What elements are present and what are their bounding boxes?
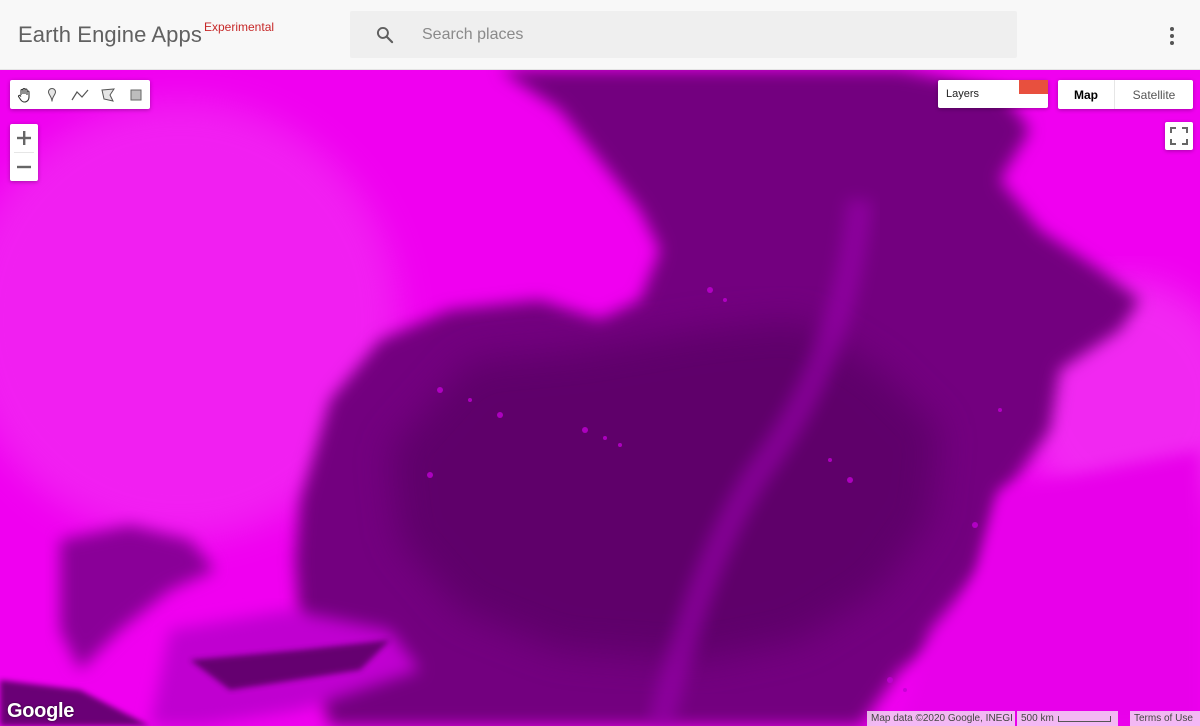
experimental-badge: Experimental [204,20,275,34]
pan-hand-icon [17,87,30,103]
layers-label: Layers [946,88,980,100]
map-type-control: Map Satellite [1058,80,1193,109]
polygon-icon [101,87,115,102]
marker-icon [47,87,57,102]
terms-of-use-link[interactable]: Terms of Use [1130,711,1200,726]
search-icon [376,26,394,44]
search-input[interactable] [422,22,982,48]
map-canvas[interactable]: Layers Map Satellite Google Map data ©20… [0,70,1200,726]
more-options-icon[interactable] [1160,24,1184,48]
line-tool-button[interactable] [66,80,94,109]
zoom-out-button[interactable] [10,153,38,181]
rectangle-tool-button[interactable] [122,80,150,109]
minus-icon [17,165,31,169]
fullscreen-button[interactable] [1165,122,1193,150]
fullscreen-icon [1170,127,1188,145]
app-title: Earth Engine Apps [18,22,202,47]
zoom-control [10,124,38,181]
scale-bar [1057,715,1111,722]
layer-color-swatch [1019,80,1048,94]
marker-tool-button[interactable] [38,80,66,109]
scale-control[interactable]: 500 km [1017,711,1118,726]
terrain-layer [0,70,1200,726]
google-logo: Google [7,700,75,722]
zoom-in-button[interactable] [10,124,38,152]
scale-label: 500 km [1021,713,1054,724]
app-header: Earth Engine Apps Experimental [0,0,1200,70]
layers-dropdown[interactable]: Layers [938,80,1048,108]
map-type-map-button[interactable]: Map [1058,80,1115,109]
search-box[interactable] [350,11,1017,58]
polyline-icon [71,89,89,100]
plus-icon [17,131,31,145]
polygon-tool-button[interactable] [94,80,122,109]
map-attribution: Map data ©2020 Google, INEGI [867,711,1015,726]
map-type-satellite-button[interactable]: Satellite [1115,80,1193,109]
drawing-toolbar [10,80,150,109]
pan-tool-button[interactable] [10,80,38,109]
rectangle-icon [130,89,142,100]
